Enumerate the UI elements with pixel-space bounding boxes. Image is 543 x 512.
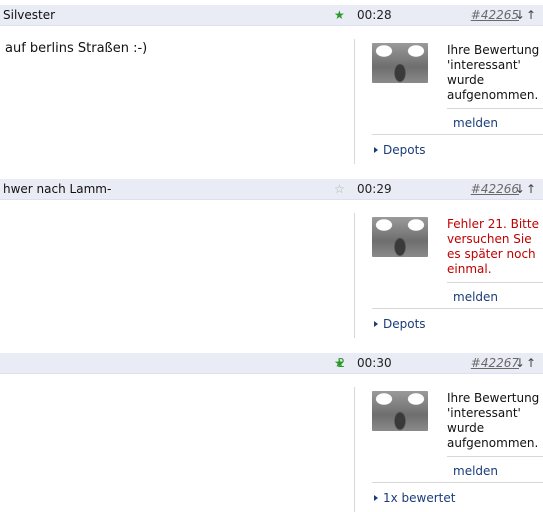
divider [372,134,543,135]
rating-count-link[interactable]: 1x bewertet [374,491,455,505]
divider [372,482,543,483]
post-header: 2 ★ 00:30 #42267 ↓↑ [0,353,543,374]
report-link[interactable]: melden [453,116,498,130]
post-id-link[interactable]: #42267 [471,356,519,370]
avatar [372,391,428,431]
divider [447,456,543,457]
footer-label: Depots [383,143,426,157]
sort-arrows-icon[interactable]: ↓↑ [515,8,537,22]
star-filled-icon[interactable]: ★ [334,355,345,371]
post-time: 00:29 [357,182,392,196]
post-time: 00:30 [357,356,392,370]
rating-message: Ihre Bewertung 'interessant' wurde aufge… [447,391,540,450]
avatar [372,217,428,257]
sort-arrows-icon[interactable]: ↓↑ [515,182,537,196]
post-id-link[interactable]: #42265 [471,8,519,22]
post-id-link[interactable]: #42266 [471,182,519,196]
triangle-right-icon [374,495,378,501]
post-header: hwer nach Lamm- ☆ 00:29 #42266 ↓↑ [0,179,543,200]
footer-label: 1x bewertet [383,491,456,505]
footer-label: Depots [383,317,426,331]
avatar [372,43,428,83]
divider [354,39,355,164]
rating-message: Ihre Bewertung 'interessant' wurde aufge… [447,43,540,102]
report-link[interactable]: melden [453,290,498,304]
post-time: 00:28 [357,8,392,22]
divider [372,308,543,309]
divider [447,282,543,283]
depots-link[interactable]: Depots [374,317,426,331]
report-link[interactable]: melden [453,464,498,478]
post-title: hwer nach Lamm- [3,182,112,196]
divider [447,108,543,109]
error-message: Fehler 21. Bitte versuchen Sie es später… [447,217,539,276]
triangle-right-icon [374,147,378,153]
post-text: auf berlins Straßen :-) [5,41,148,56]
sort-arrows-icon[interactable]: ↓↑ [515,356,537,370]
star-filled-icon[interactable]: ★ [334,7,345,23]
star-outline-icon[interactable]: ☆ [334,181,345,197]
depots-link[interactable]: Depots [374,143,426,157]
divider [354,387,355,512]
divider [354,213,355,338]
triangle-right-icon [374,321,378,327]
post-header: Silvester ★ 00:28 #42265 ↓↑ [0,5,543,26]
post-title: Silvester [3,8,56,22]
